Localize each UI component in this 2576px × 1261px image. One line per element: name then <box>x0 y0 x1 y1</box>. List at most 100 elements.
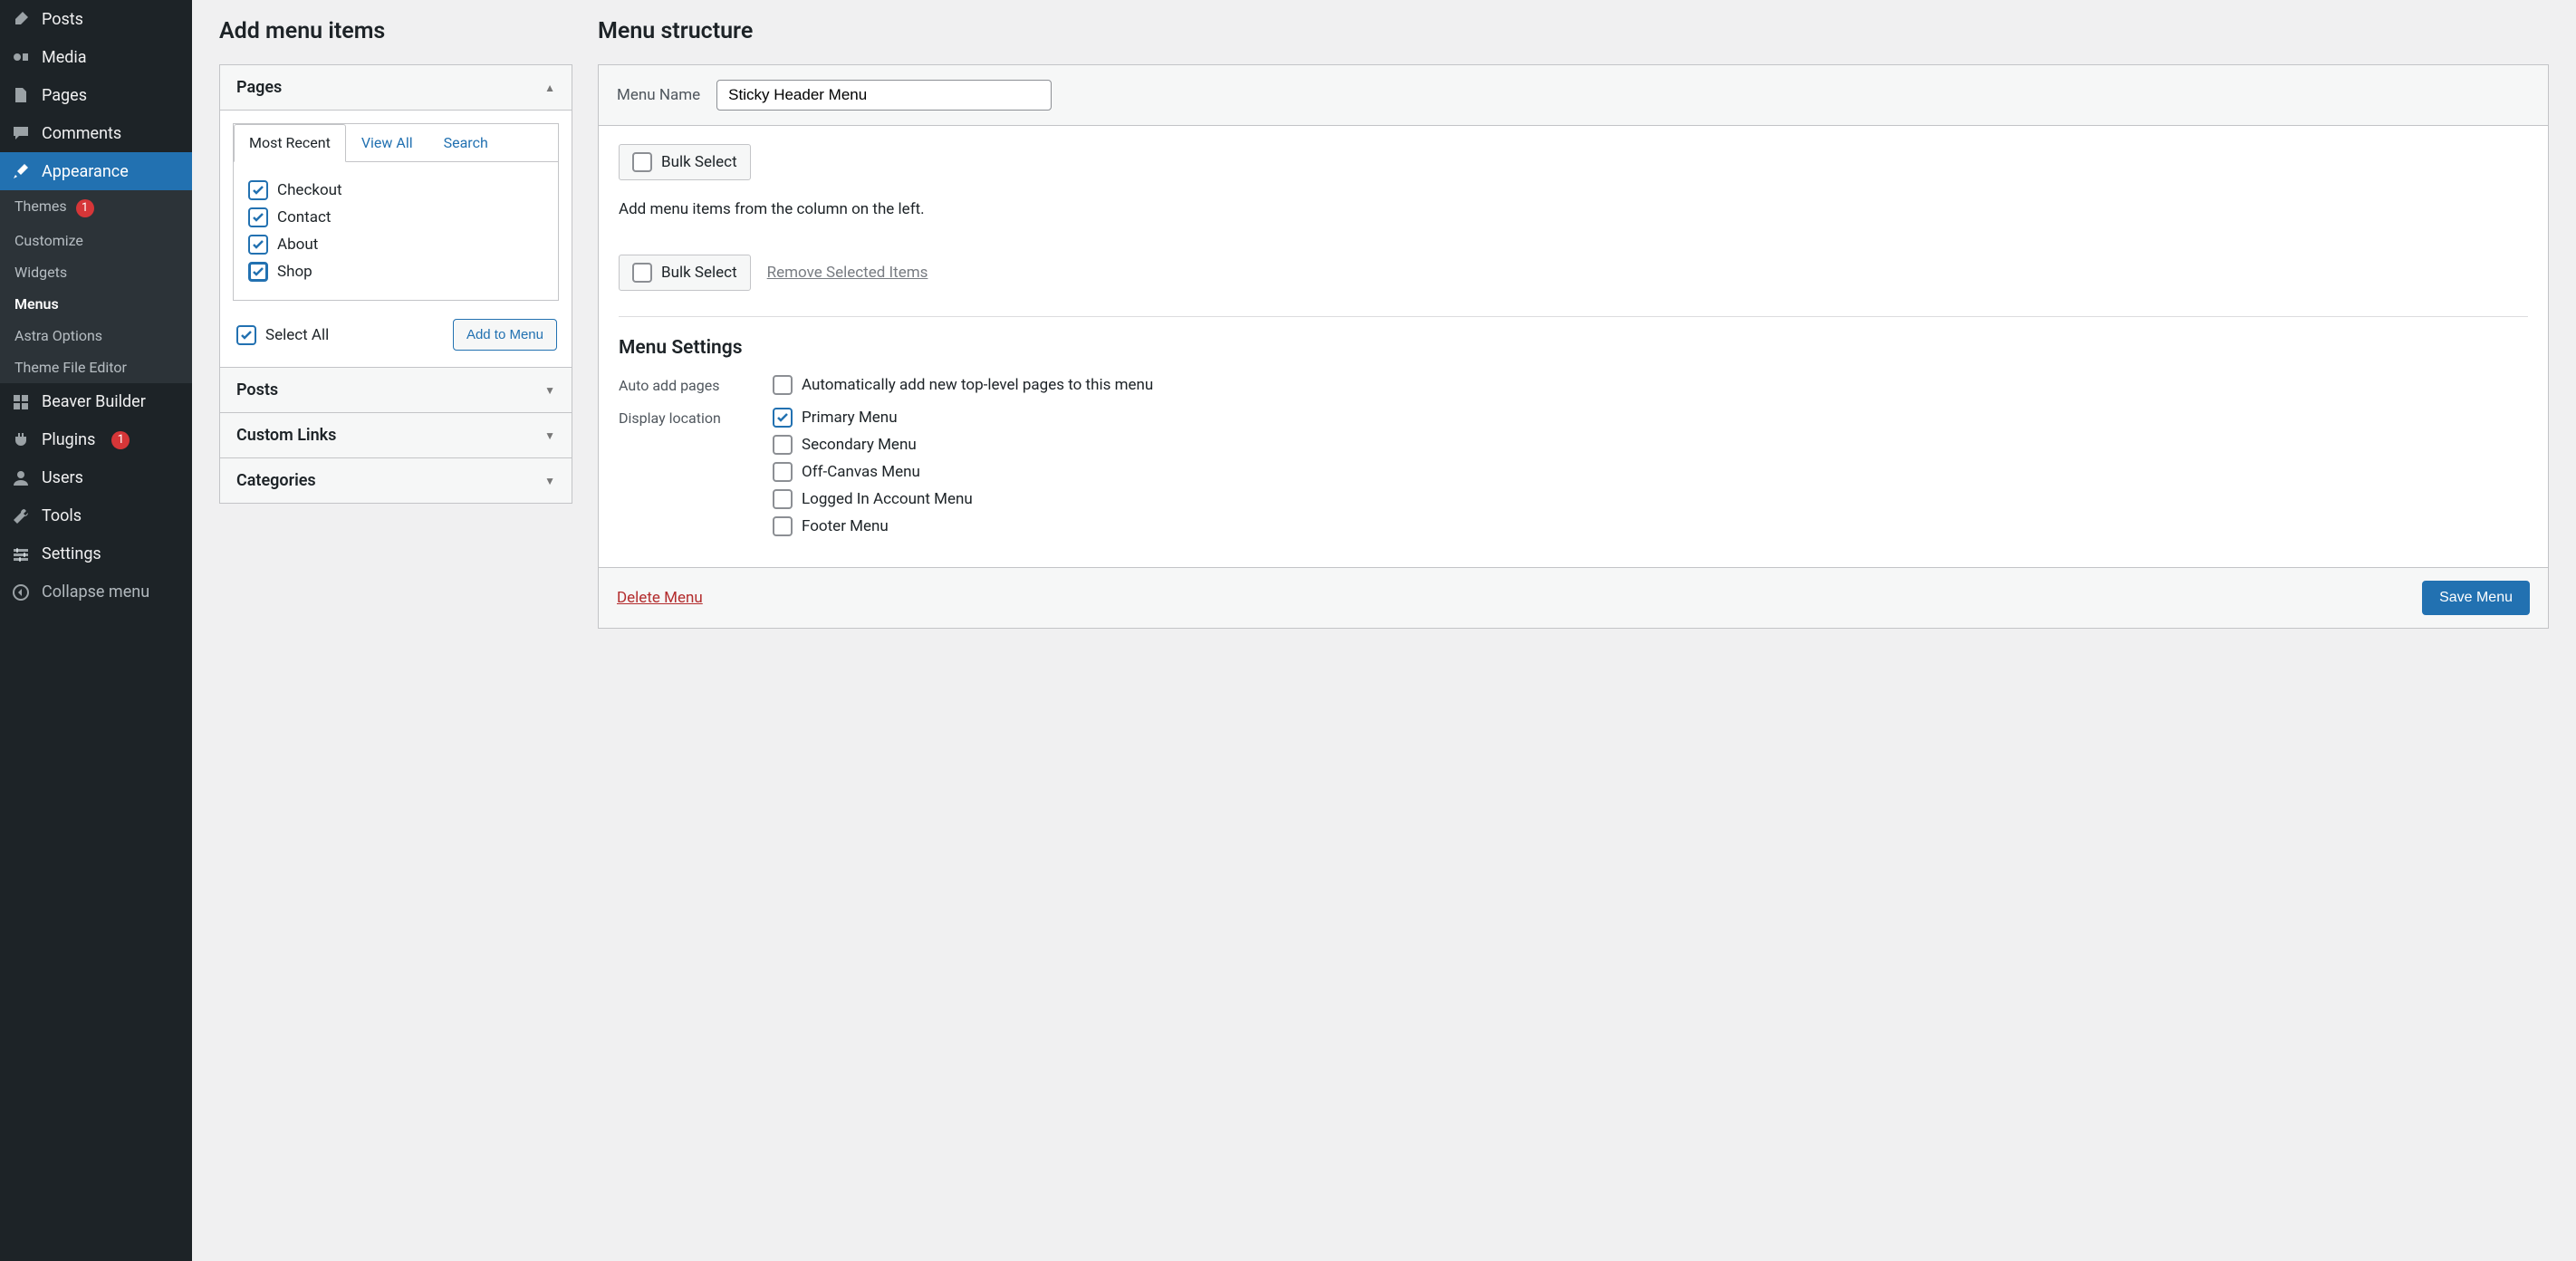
submenu-label: Customize <box>14 232 83 249</box>
sidebar-item-plugins[interactable]: Plugins 1 <box>0 421 192 459</box>
checkbox-primary[interactable] <box>773 408 793 428</box>
plug-icon <box>11 430 31 450</box>
sidebar-item-tools[interactable]: Tools <box>0 497 192 535</box>
sidebar-item-media[interactable]: Media <box>0 38 192 76</box>
checkbox-logged-in[interactable] <box>773 489 793 509</box>
submenu-astra-options[interactable]: Astra Options <box>0 320 192 351</box>
checkbox-shop[interactable] <box>248 262 268 282</box>
bulk-select-bottom[interactable]: Bulk Select <box>619 255 751 291</box>
accordion-categories-head[interactable]: Categories ▼ <box>220 457 572 503</box>
page-row-about[interactable]: About <box>248 231 543 258</box>
sidebar-item-settings[interactable]: Settings <box>0 535 192 573</box>
sidebar-item-beaver-builder[interactable]: Beaver Builder <box>0 383 192 421</box>
sidebar-label: Users <box>42 468 83 487</box>
appearance-submenu: Themes 1 Customize Widgets Menus Astra O… <box>0 190 192 383</box>
bulk-select-label: Bulk Select <box>661 153 737 171</box>
submenu-label: Widgets <box>14 264 67 281</box>
comments-icon <box>11 123 31 143</box>
page-label: Shop <box>277 263 312 281</box>
accordion-pages-head[interactable]: Pages ▲ <box>220 65 572 110</box>
accordion-custom-links-head[interactable]: Custom Links ▼ <box>220 412 572 457</box>
checkbox-footer[interactable] <box>773 516 793 536</box>
accordion-label: Categories <box>236 471 316 490</box>
menu-settings-heading: Menu Settings <box>619 337 2528 359</box>
pages-icon <box>11 85 31 105</box>
page-row-contact[interactable]: Contact <box>248 204 543 231</box>
settings-icon <box>11 544 31 564</box>
page-label: Contact <box>277 208 331 226</box>
bulk-select-label: Bulk Select <box>661 264 737 282</box>
sidebar-label: Appearance <box>42 162 129 181</box>
pages-tabs: Most Recent View All Search <box>233 123 559 161</box>
checkbox-select-all[interactable] <box>236 325 256 345</box>
sidebar-label: Collapse menu <box>42 582 149 602</box>
remove-selected-link: Remove Selected Items <box>767 264 928 282</box>
bulk-select-top[interactable]: Bulk Select <box>619 144 751 180</box>
menu-name-label: Menu Name <box>617 86 700 104</box>
checkbox-auto-add[interactable] <box>773 375 793 395</box>
delete-menu-link[interactable]: Delete Menu <box>617 589 703 607</box>
chevron-down-icon: ▼ <box>544 429 555 442</box>
sidebar-item-appearance[interactable]: Appearance <box>0 152 192 190</box>
tab-view-all[interactable]: View All <box>346 124 428 161</box>
save-menu-button[interactable]: Save Menu <box>2422 581 2530 615</box>
auto-add-option[interactable]: Automatically add new top-level pages to… <box>773 375 1153 395</box>
location-logged-in[interactable]: Logged In Account Menu <box>773 489 973 509</box>
pages-list: Checkout Contact About <box>233 161 559 301</box>
menu-structure-panel: Menu Name Bulk Select Add menu items fro… <box>598 64 2549 629</box>
select-all-row[interactable]: Select All <box>236 322 329 349</box>
sidebar-item-comments[interactable]: Comments <box>0 114 192 152</box>
brush-icon <box>11 161 31 181</box>
submenu-themes[interactable]: Themes 1 <box>0 190 192 225</box>
add-to-menu-button[interactable]: Add to Menu <box>453 319 557 351</box>
themes-badge: 1 <box>76 199 94 217</box>
menu-structure-title: Menu structure <box>598 18 2549 44</box>
tab-search[interactable]: Search <box>428 124 504 161</box>
add-items-accordion: Pages ▲ Most Recent View All Search C <box>219 64 572 504</box>
option-label: Logged In Account Menu <box>802 490 973 508</box>
sidebar-item-pages[interactable]: Pages <box>0 76 192 114</box>
submenu-theme-file-editor[interactable]: Theme File Editor <box>0 351 192 383</box>
sidebar-label: Comments <box>42 124 121 143</box>
checkbox-offcanvas[interactable] <box>773 462 793 482</box>
option-label: Automatically add new top-level pages to… <box>802 376 1153 394</box>
sidebar-item-posts[interactable]: Posts <box>0 0 192 38</box>
page-row-checkout[interactable]: Checkout <box>248 177 543 204</box>
location-offcanvas[interactable]: Off-Canvas Menu <box>773 462 973 482</box>
select-all-label: Select All <box>265 326 329 344</box>
pin-icon <box>11 9 31 29</box>
add-menu-items-title: Add menu items <box>219 18 572 44</box>
option-label: Off-Canvas Menu <box>802 463 920 481</box>
menu-name-input[interactable] <box>716 80 1052 111</box>
sidebar-item-collapse[interactable]: Collapse menu <box>0 573 192 611</box>
divider <box>619 316 2528 317</box>
sidebar-item-users[interactable]: Users <box>0 459 192 497</box>
sidebar-label: Tools <box>42 506 82 525</box>
location-primary[interactable]: Primary Menu <box>773 408 973 428</box>
sidebar-label: Settings <box>42 544 101 563</box>
checkbox-bulk-top[interactable] <box>632 152 652 172</box>
media-icon <box>11 47 31 67</box>
location-footer[interactable]: Footer Menu <box>773 516 973 536</box>
page-row-shop[interactable]: Shop <box>248 258 543 285</box>
option-label: Footer Menu <box>802 517 889 535</box>
submenu-widgets[interactable]: Widgets <box>0 256 192 288</box>
checkbox-secondary[interactable] <box>773 435 793 455</box>
submenu-label: Menus <box>14 295 59 313</box>
empty-instruction: Add menu items from the column on the le… <box>619 200 2528 218</box>
chevron-down-icon: ▼ <box>544 475 555 487</box>
submenu-label: Astra Options <box>14 327 102 344</box>
checkbox-bulk-bottom[interactable] <box>632 263 652 283</box>
submenu-customize[interactable]: Customize <box>0 225 192 256</box>
submenu-menus[interactable]: Menus <box>0 288 192 320</box>
checkbox-contact[interactable] <box>248 207 268 227</box>
auto-add-label: Auto add pages <box>619 375 736 394</box>
tab-most-recent[interactable]: Most Recent <box>234 124 346 162</box>
grid-icon <box>11 392 31 412</box>
option-label: Primary Menu <box>802 409 898 427</box>
checkbox-about[interactable] <box>248 235 268 255</box>
accordion-posts-head[interactable]: Posts ▼ <box>220 367 572 412</box>
accordion-label: Custom Links <box>236 426 336 445</box>
checkbox-checkout[interactable] <box>248 180 268 200</box>
location-secondary[interactable]: Secondary Menu <box>773 435 973 455</box>
